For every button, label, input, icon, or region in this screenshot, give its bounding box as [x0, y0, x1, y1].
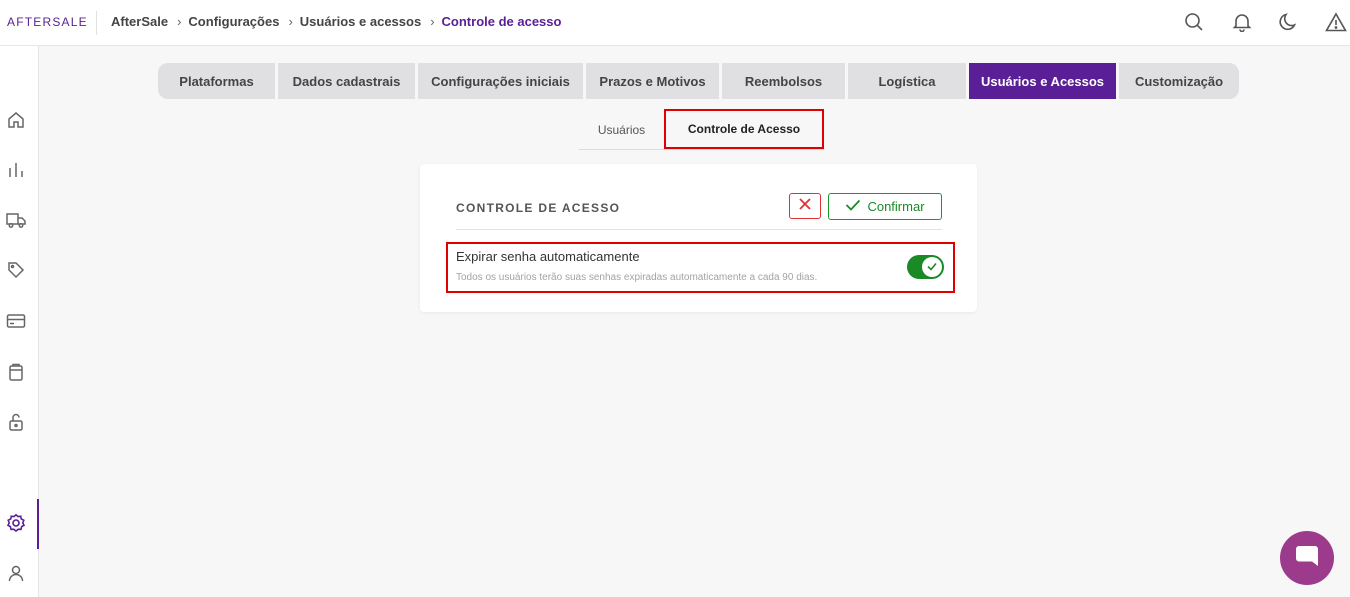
check-icon — [845, 198, 861, 215]
confirm-button[interactable]: Confirmar — [828, 193, 942, 220]
subtab-usuarios[interactable]: Usuários — [579, 110, 664, 149]
chat-button[interactable] — [1280, 531, 1334, 585]
confirm-label: Confirmar — [867, 199, 925, 214]
breadcrumb-separator: › — [288, 14, 293, 29]
tag-icon[interactable] — [6, 260, 26, 280]
tab-logistica[interactable]: Logística — [848, 63, 969, 99]
sub-tabs: Usuários Controle de Acesso — [579, 109, 824, 150]
breadcrumb: AfterSale › Configurações › Usuários e a… — [111, 14, 561, 29]
home-icon[interactable] — [6, 110, 26, 130]
chart-icon[interactable] — [6, 160, 26, 180]
breadcrumb-separator: › — [177, 14, 182, 29]
settings-icon[interactable] — [6, 513, 26, 533]
clipboard-icon[interactable] — [6, 362, 26, 382]
breadcrumb-item-usuarios[interactable]: Usuários e acessos — [300, 14, 421, 29]
chat-icon — [1293, 542, 1321, 575]
top-bar: AFTERSALE AfterSale › Configurações › Us… — [0, 0, 1350, 46]
user-icon[interactable] — [6, 563, 26, 583]
close-icon — [798, 197, 812, 216]
check-icon — [927, 258, 937, 276]
logo[interactable]: AFTERSALE — [7, 15, 88, 29]
tab-usuarios-e-acessos[interactable]: Usuários e Acessos — [969, 63, 1119, 99]
card-title: CONTROLE DE ACESSO — [456, 201, 621, 215]
breadcrumb-item-configuracoes[interactable]: Configurações — [188, 14, 279, 29]
divider — [96, 11, 97, 35]
credit-card-icon[interactable] — [6, 311, 26, 331]
search-icon[interactable] — [1183, 11, 1205, 33]
subtab-controle-de-acesso[interactable]: Controle de Acesso — [664, 109, 824, 149]
sidebar — [0, 46, 39, 597]
truck-icon[interactable] — [6, 210, 26, 230]
breadcrumb-item-aftersale[interactable]: AfterSale — [111, 14, 168, 29]
cancel-button[interactable] — [789, 193, 821, 219]
tab-prazos-e-motivos[interactable]: Prazos e Motivos — [586, 63, 722, 99]
lock-icon[interactable] — [6, 412, 26, 432]
breadcrumb-separator: › — [430, 14, 435, 29]
setting-description: Todos os usuários terão suas senhas expi… — [456, 272, 818, 283]
tab-plataformas[interactable]: Plataformas — [158, 63, 278, 99]
moon-icon[interactable] — [1278, 11, 1300, 33]
bell-icon[interactable] — [1231, 11, 1253, 33]
sidebar-active-indicator — [37, 499, 39, 549]
divider — [456, 229, 942, 230]
tab-customizacao[interactable]: Customização — [1119, 63, 1239, 99]
access-control-card: CONTROLE DE ACESSO Confirmar Expirar sen… — [420, 164, 977, 312]
setting-label: Expirar senha automaticamente — [456, 249, 640, 264]
tab-configuracoes-iniciais[interactable]: Configurações iniciais — [418, 63, 586, 99]
settings-tabs: Plataformas Dados cadastrais Configuraçõ… — [158, 63, 1239, 99]
expire-password-toggle[interactable] — [907, 255, 944, 279]
tab-dados-cadastrais[interactable]: Dados cadastrais — [278, 63, 418, 99]
breadcrumb-current: Controle de acesso — [441, 14, 562, 29]
warning-icon[interactable] — [1325, 11, 1347, 33]
tab-reembolsos[interactable]: Reembolsos — [722, 63, 848, 99]
toggle-knob — [922, 257, 942, 277]
setting-expire-password: Expirar senha automaticamente Todos os u… — [446, 242, 955, 293]
